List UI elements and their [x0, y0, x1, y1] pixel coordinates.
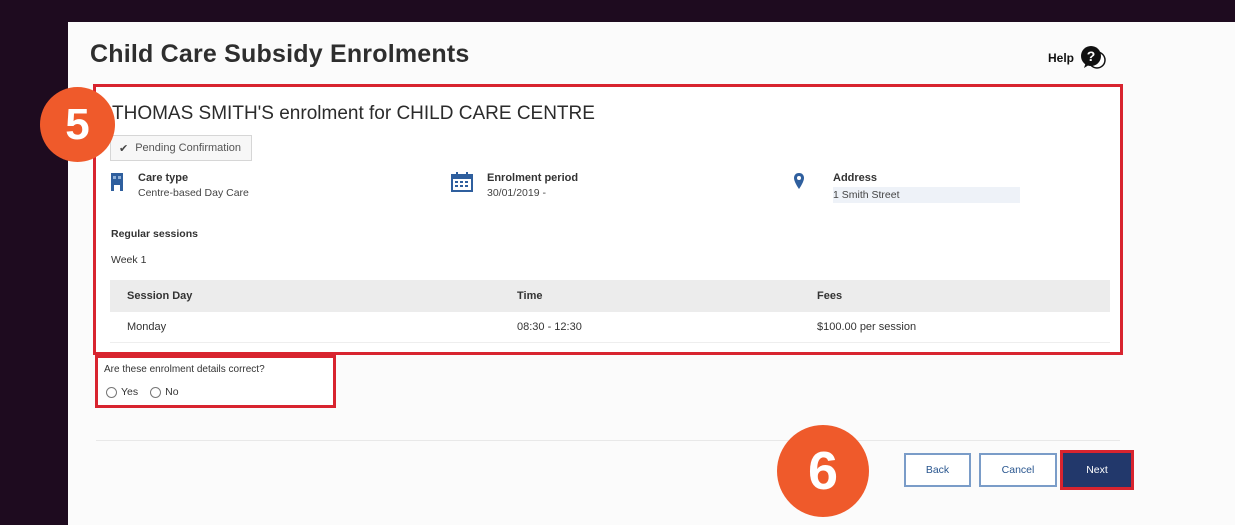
divider [96, 440, 1120, 441]
back-button[interactable]: Back [904, 453, 971, 487]
no-label: No [165, 386, 179, 398]
address-block: Address 1 Smith Street [793, 172, 1020, 203]
period-value: 30/01/2019 - [487, 187, 546, 199]
no-radio[interactable] [150, 386, 162, 398]
question-text: Are these enrolment details correct? [104, 364, 265, 375]
column-header-fees: Fees [800, 280, 1110, 312]
cell-time: 08:30 - 12:30 [500, 312, 800, 343]
page-title: Child Care Subsidy Enrolments [90, 40, 470, 68]
confirmation-question: Are these enrolment details correct? Yes… [95, 355, 336, 408]
location-pin-icon [793, 172, 805, 197]
check-icon: ✔ [119, 142, 129, 155]
help-label: Help [1048, 51, 1075, 65]
sessions-table: Session Day Time Fees Monday 08:30 - 12:… [110, 280, 1110, 343]
week-label: Week 1 [111, 254, 147, 266]
table-header-row: Session Day Time Fees [110, 280, 1110, 312]
table-row: Monday 08:30 - 12:30 $100.00 per session [110, 312, 1110, 343]
enrolment-period-block: Enrolment period 30/01/2019 - [451, 172, 578, 199]
calendar-icon [451, 172, 473, 197]
step-5-callout: 5 [40, 87, 115, 162]
svg-text:?: ? [1087, 48, 1096, 64]
period-label: Enrolment period [487, 172, 579, 184]
step-6-callout: 6 [777, 425, 869, 517]
status-text: Pending Confirmation [135, 142, 242, 154]
column-header-session-day: Session Day [110, 280, 500, 312]
cell-fees: $100.00 per session [800, 312, 1110, 343]
cell-session-day: Monday [110, 312, 500, 343]
care-type-block: Care type Centre-based Day Care [110, 172, 249, 199]
yes-radio[interactable] [106, 386, 117, 398]
care-type-label: Care type [138, 172, 189, 184]
regular-sessions-label: Regular sessions [111, 228, 198, 240]
help-icon: ? [1080, 46, 1106, 70]
address-value: 1 Smith Street [833, 187, 1020, 203]
column-header-time: Time [500, 280, 800, 312]
enrolment-details-panel: THOMAS SMITH'S enrolment for CHILD CARE … [93, 84, 1123, 355]
no-option[interactable]: No [150, 386, 179, 398]
yes-option[interactable]: Yes [106, 386, 138, 398]
next-button[interactable]: Next [1060, 450, 1134, 490]
care-type-value: Centre-based Day Care [138, 187, 249, 199]
status-badge: ✔ Pending Confirmation [110, 135, 253, 161]
cancel-button[interactable]: Cancel [979, 453, 1057, 487]
app-window: Child Care Subsidy Enrolments Help ? THO… [68, 22, 1235, 525]
building-icon [110, 172, 124, 197]
enrolment-heading: THOMAS SMITH'S enrolment for CHILD CARE … [112, 103, 595, 124]
help-link[interactable]: Help ? [1048, 46, 1106, 70]
address-label: Address [833, 172, 878, 184]
confirmation-radio-group: Yes No [106, 386, 179, 398]
yes-label: Yes [121, 386, 139, 398]
